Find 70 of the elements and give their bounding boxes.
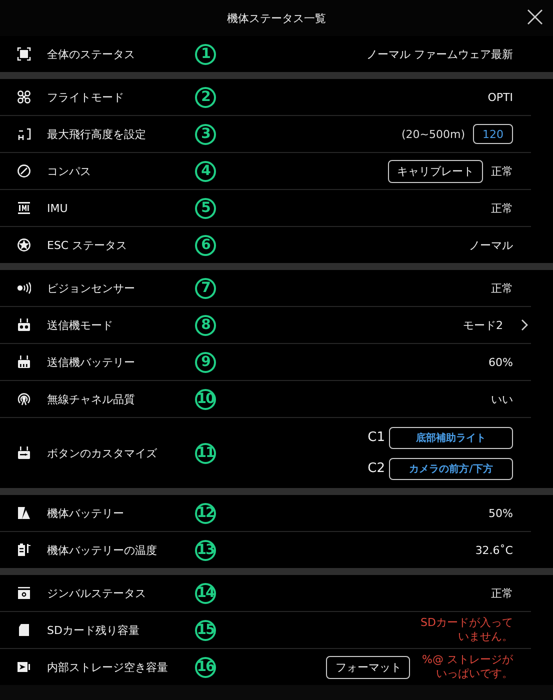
row-label: 機体バッテリー	[47, 506, 125, 520]
number-marker: 1	[195, 44, 216, 64]
status-value: 正常	[491, 586, 513, 602]
format-button[interactable]: フォーマット	[326, 656, 410, 678]
number-marker: 3	[195, 124, 216, 144]
number-marker: 9	[195, 352, 216, 372]
button-key-label: C2	[368, 461, 385, 476]
assignment-button[interactable]: カメラの前方/下方	[389, 458, 513, 480]
row-label: 送信機モード	[47, 318, 114, 332]
number-marker: 14	[195, 582, 216, 604]
row-label: ESC ステータス	[47, 238, 128, 252]
status-value: 正常	[491, 200, 513, 216]
number-marker: 11	[195, 442, 216, 464]
storage-icon	[17, 660, 31, 674]
row-label: 最大飛行高度を設定	[47, 126, 147, 142]
number-marker: 7	[195, 278, 216, 298]
status-value: いい	[491, 392, 513, 408]
status-value: 32.6˚C	[475, 542, 513, 558]
row-label: IMU	[47, 202, 69, 214]
calibrate-button[interactable]: キャリブレート	[388, 160, 483, 182]
battery-temperature-icon	[17, 543, 31, 557]
number-marker: 4	[195, 160, 216, 182]
row-label: 全体のステータス	[47, 46, 136, 62]
row-label: コンパス	[47, 164, 92, 178]
altitude-input[interactable]: 120	[473, 124, 513, 144]
number-marker: 15	[195, 620, 216, 640]
close-icon[interactable]	[527, 9, 543, 25]
row-label: ボタンのカスタマイズ	[47, 446, 158, 460]
number-marker: 12	[195, 502, 216, 524]
button-key-label: C1	[368, 430, 385, 445]
status-value: 60%	[488, 354, 513, 370]
number-marker: 2	[195, 86, 216, 108]
status-value: ノーマル ファームウェア最新	[366, 46, 513, 62]
status-value: 正常	[491, 164, 513, 180]
altitude-icon	[17, 127, 31, 141]
controller-key-icon	[17, 446, 31, 460]
row-label: 機体バッテリーの温度	[47, 542, 158, 558]
row-label: フライトモード	[47, 90, 125, 104]
row-label: 内部ストレージ空き容量	[47, 660, 169, 674]
star-badge-icon	[17, 238, 31, 252]
sensor-icon	[17, 281, 31, 295]
status-value: モード2	[463, 318, 503, 334]
assignment-button[interactable]: 底部補助ライト	[389, 426, 513, 448]
controller-icon	[17, 318, 31, 332]
controller-battery-icon	[17, 355, 31, 369]
imu-icon	[17, 201, 31, 215]
drone-icon	[17, 90, 31, 104]
sd-card-icon	[17, 623, 31, 637]
warning-text: %@ ストレージがいっぱいです。	[421, 653, 513, 681]
status-value: ノーマル	[469, 238, 513, 254]
row-label: SDカード残り容量	[47, 622, 140, 638]
window-title: 機体ステータス一覧	[227, 10, 326, 26]
status-value: 正常	[491, 280, 513, 296]
row-label: 無線チャネル品質	[47, 392, 136, 406]
number-marker: 5	[195, 198, 216, 218]
row-label: ジンバルステータス	[47, 586, 147, 600]
status-value: 50%	[488, 506, 513, 522]
number-marker: 8	[195, 314, 216, 336]
row-label: 送信機バッテリー	[47, 354, 136, 370]
frame-icon	[17, 47, 31, 61]
number-marker: 6	[195, 234, 216, 256]
battery-icon	[17, 506, 31, 520]
status-value: OPTI	[488, 90, 513, 106]
range-hint: (20~500m)	[401, 128, 465, 140]
warning-text: SDカードが入っていません。	[420, 616, 513, 644]
camera-icon	[17, 586, 31, 600]
compass-icon	[17, 164, 31, 178]
antenna-icon	[17, 392, 31, 406]
chevron-icon	[521, 319, 529, 331]
row-label: ビジョンセンサー	[47, 280, 136, 296]
